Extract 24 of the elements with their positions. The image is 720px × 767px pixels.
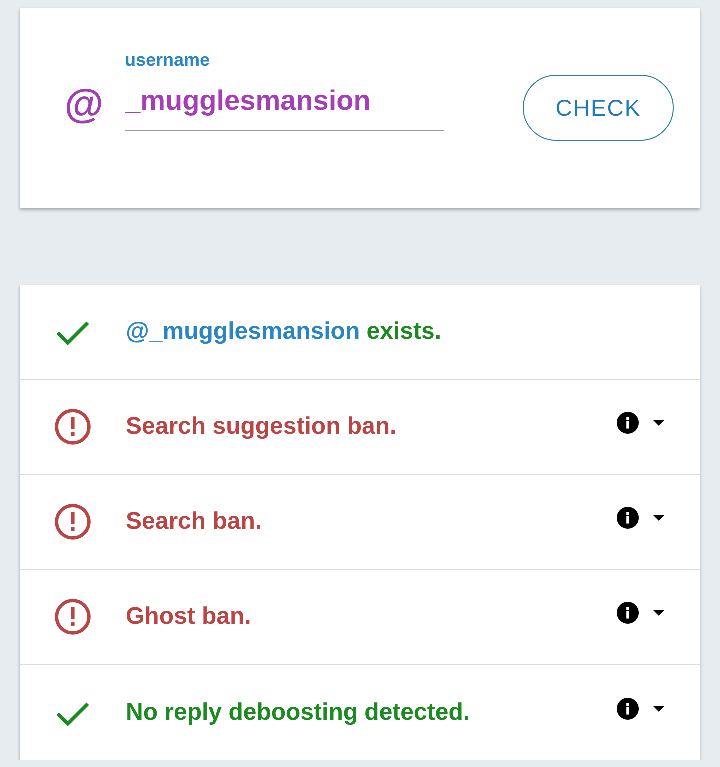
result-text: Search ban. (126, 508, 262, 536)
info-icon (617, 602, 639, 624)
alert-icon (55, 504, 91, 540)
details-toggle[interactable] (617, 602, 665, 624)
info-icon (617, 698, 639, 720)
info-icon (617, 412, 639, 434)
result-text: @_mugglesmansion exists. (126, 318, 442, 346)
check-button[interactable]: CHECK (523, 75, 674, 141)
details-toggle[interactable] (617, 698, 665, 720)
field-label: username (125, 49, 210, 71)
alert-icon (55, 409, 91, 445)
details-toggle[interactable] (617, 412, 665, 434)
result-text: No reply deboosting detected. (126, 698, 470, 726)
info-icon (617, 507, 639, 529)
username-field[interactable]: _mugglesmansion (125, 71, 444, 131)
input-prefix: @ (64, 83, 104, 127)
caret-icon (653, 610, 665, 616)
caret-icon (653, 515, 665, 521)
alert-icon (55, 599, 91, 635)
caret-icon (653, 706, 665, 712)
caret-icon (653, 420, 665, 426)
details-toggle[interactable] (617, 507, 665, 529)
result-text: Ghost ban. (126, 603, 252, 631)
result-text: Search suggestion ban. (126, 413, 397, 441)
